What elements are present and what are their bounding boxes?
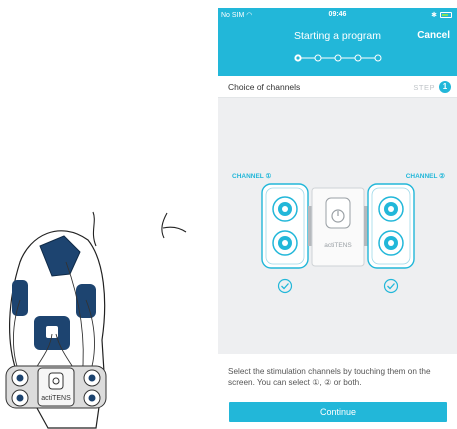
step-bar: Choice of channels STEP 1 <box>218 76 457 98</box>
continue-button[interactable]: Continue <box>229 402 447 422</box>
channel-2-pod[interactable] <box>367 183 415 269</box>
cable-scribble-right <box>161 212 187 239</box>
phone-screen: No SIM ◠ 09:46 ✱ Starting a program Canc… <box>218 8 457 429</box>
channel-2-check-icon[interactable] <box>383 278 399 294</box>
header: Starting a program Cancel <box>218 22 457 76</box>
bluetooth-icon: ✱ <box>431 12 437 19</box>
section-heading: Choice of channels <box>228 82 301 92</box>
leg-electrode-illustration: actiTENS <box>5 211 187 429</box>
battery-icon <box>440 12 452 18</box>
instructions-panel: Select the stimulation channels by touch… <box>218 354 457 429</box>
status-bar: No SIM ◠ 09:46 ✱ <box>218 8 457 22</box>
progress-step-3 <box>334 54 342 62</box>
step-number-badge: 1 <box>439 81 451 93</box>
instructions-text: Select the stimulation channels by touch… <box>228 367 431 387</box>
progress-step-2 <box>314 54 322 62</box>
channel-1-pod[interactable] <box>261 183 309 269</box>
step-progress-indicator <box>294 54 382 62</box>
electrode-left-side <box>12 280 28 316</box>
progress-step-5 <box>374 54 382 62</box>
cancel-button[interactable]: Cancel <box>417 30 450 41</box>
device-brand-label: actiTENS <box>41 395 71 402</box>
clock: 09:46 <box>328 11 347 18</box>
progress-step-4 <box>354 54 362 62</box>
center-device <box>311 187 365 267</box>
channel-1-check-icon[interactable] <box>277 278 293 294</box>
step-label: STEP <box>413 83 435 92</box>
device-diagram: actiTENS <box>261 183 415 294</box>
center-device-brand: actiTENS <box>324 242 352 249</box>
cable-scribble-left <box>92 211 97 247</box>
channel-selection-area: CHANNEL ① CHANNEL ② actiTENS <box>218 98 457 354</box>
